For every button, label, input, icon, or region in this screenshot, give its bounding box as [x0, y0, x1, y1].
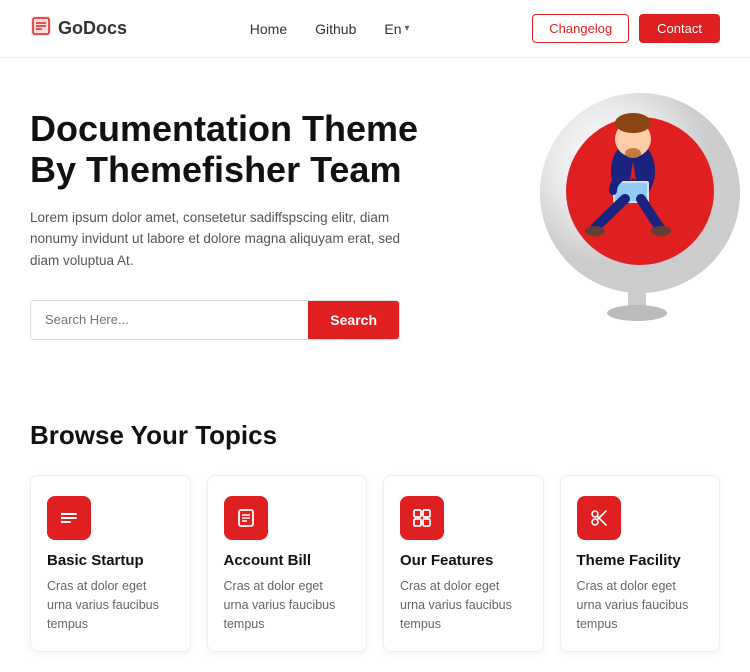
- nav-home[interactable]: Home: [250, 21, 287, 37]
- hero-description: Lorem ipsum dolor amet, consetetur sadif…: [30, 207, 420, 272]
- card-desc: Cras at dolor eget urna varius faucibus …: [577, 577, 704, 635]
- card-icon-wrap: [577, 496, 621, 540]
- chevron-down-icon: ▾: [405, 23, 410, 34]
- nav-links: Home Github En ▾: [250, 21, 410, 37]
- nav-github[interactable]: Github: [315, 21, 356, 37]
- contact-button[interactable]: Contact: [639, 14, 720, 43]
- browse-title: Browse Your Topics: [30, 420, 720, 451]
- hero-content: Documentation Theme By Themefisher Team …: [30, 108, 420, 340]
- card-icon-wrap: [47, 496, 91, 540]
- search-bar: Search: [30, 300, 400, 340]
- card-desc: Cras at dolor eget urna varius faucibus …: [47, 577, 174, 635]
- topic-card-theme-facility[interactable]: Theme Facility Cras at dolor eget urna v…: [560, 475, 721, 652]
- card-title: Basic Startup: [47, 552, 174, 569]
- card-desc: Cras at dolor eget urna varius faucibus …: [400, 577, 527, 635]
- features-icon: [411, 507, 433, 529]
- card-icon-wrap: [224, 496, 268, 540]
- navbar: GoDocs Home Github En ▾ Changelog Contac…: [0, 0, 750, 58]
- topic-card-basic-startup[interactable]: Basic Startup Cras at dolor eget urna va…: [30, 475, 191, 652]
- brand-name: GoDocs: [58, 18, 127, 39]
- search-button[interactable]: Search: [308, 301, 399, 339]
- bill-icon: [235, 507, 257, 529]
- hero-title: Documentation Theme By Themefisher Team: [30, 108, 420, 191]
- list-icon: [58, 507, 80, 529]
- search-input[interactable]: [31, 301, 308, 338]
- hero-section: Documentation Theme By Themefisher Team …: [0, 58, 750, 380]
- changelog-button[interactable]: Changelog: [532, 14, 629, 43]
- card-title: Our Features: [400, 552, 527, 569]
- scissors-icon: [588, 507, 610, 529]
- hero-illustration: [480, 58, 750, 328]
- browse-section: Browse Your Topics Basic Startup Cras at…: [0, 380, 750, 672]
- card-icon-wrap: [400, 496, 444, 540]
- brand: GoDocs: [30, 15, 127, 43]
- brand-icon: [30, 15, 52, 43]
- card-title: Account Bill: [224, 552, 351, 569]
- cards-grid: Basic Startup Cras at dolor eget urna va…: [30, 475, 720, 652]
- topic-card-account-bill[interactable]: Account Bill Cras at dolor eget urna var…: [207, 475, 368, 652]
- nav-lang[interactable]: En ▾: [384, 21, 409, 37]
- card-title: Theme Facility: [577, 552, 704, 569]
- nav-actions: Changelog Contact: [532, 14, 720, 43]
- card-desc: Cras at dolor eget urna varius faucibus …: [224, 577, 351, 635]
- hero-image: [485, 63, 745, 323]
- topic-card-our-features[interactable]: Our Features Cras at dolor eget urna var…: [383, 475, 544, 652]
